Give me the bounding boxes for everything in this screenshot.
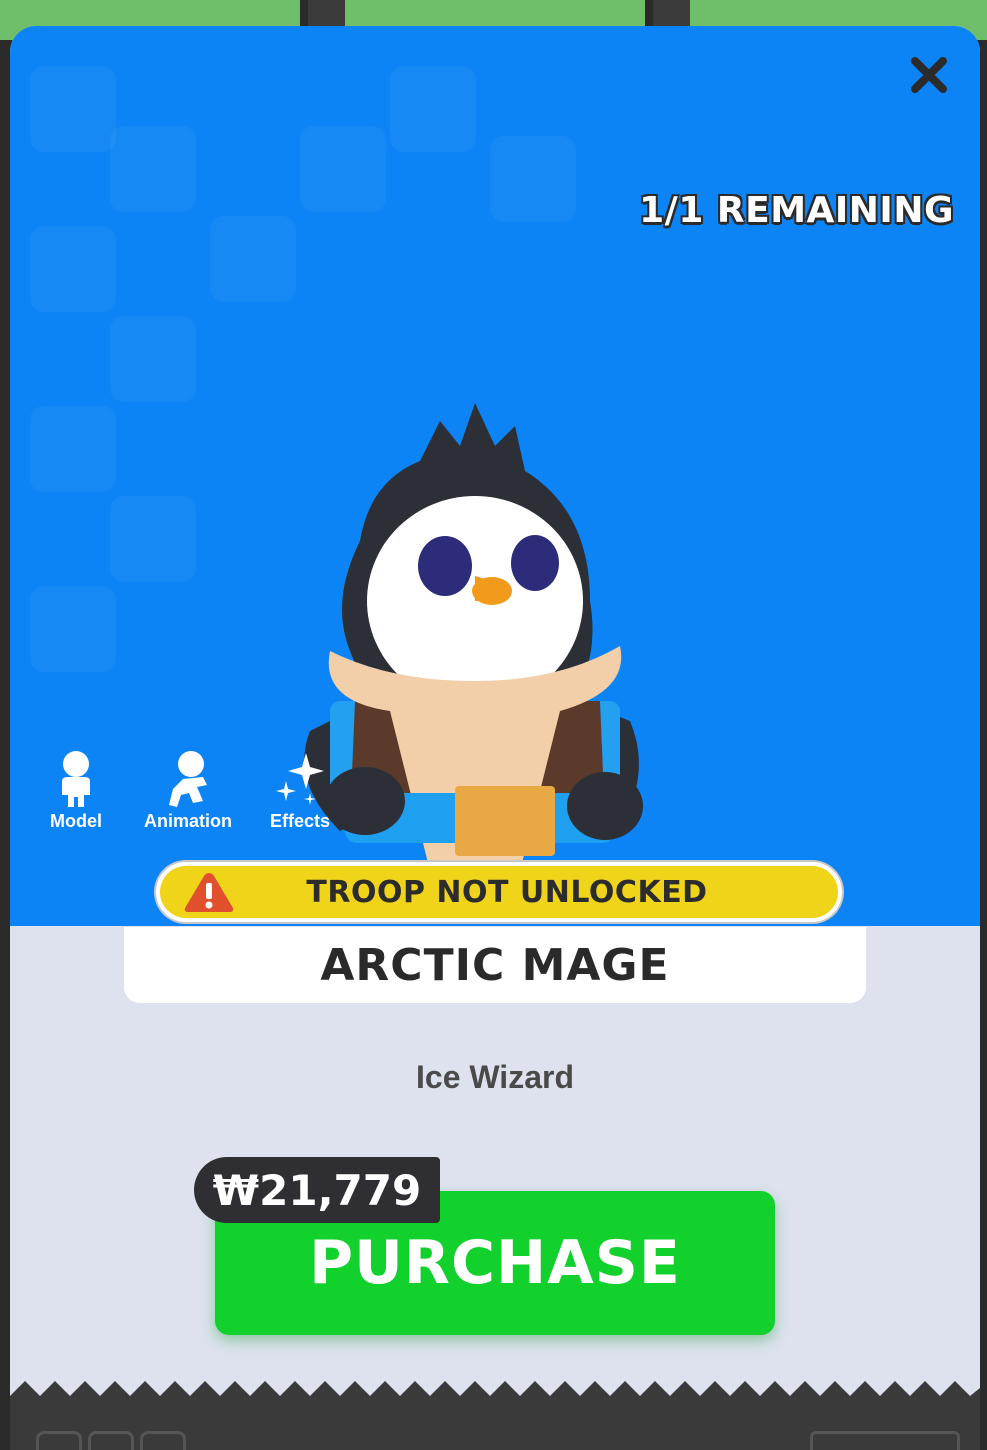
running-person-icon <box>169 751 207 807</box>
tab-effects[interactable]: Effects <box>254 751 346 832</box>
person-icon <box>62 751 90 807</box>
tab-animation[interactable]: Animation <box>142 751 234 832</box>
background-tile <box>30 226 116 312</box>
background-tile <box>30 586 116 672</box>
background-tile <box>210 216 296 302</box>
warning-icon <box>184 873 234 912</box>
background-tile <box>30 66 116 152</box>
remaining-count: 1/1 REMAINING <box>639 190 954 231</box>
arrows-up-icon <box>88 1431 134 1450</box>
sparkle-icon <box>276 753 324 805</box>
face-icon <box>140 1431 186 1450</box>
character-preview-panel: 1/1 REMAINING Model Animation Effects <box>10 26 980 926</box>
tab-model-label: Model <box>50 811 102 831</box>
purchase-button-label: PURCHASE <box>309 1228 681 1298</box>
background-tile <box>110 126 196 212</box>
background-tile <box>490 136 576 222</box>
background-tile <box>390 66 476 152</box>
background-tile <box>110 316 196 402</box>
barcode-icon <box>810 1431 960 1450</box>
price-tag: ₩21,779 <box>194 1157 440 1223</box>
background-tile <box>30 406 116 492</box>
close-icon <box>911 57 947 93</box>
background-tile <box>300 126 386 212</box>
view-mode-tabs: Model Animation Effects <box>30 751 346 832</box>
close-button[interactable] <box>904 50 954 100</box>
item-name: ARCTIC MAGE <box>320 939 670 991</box>
tab-animation-label: Animation <box>144 811 232 831</box>
tab-effects-label: Effects <box>269 811 331 831</box>
item-name-card: ARCTIC MAGE <box>124 927 866 1003</box>
status-banner: TROOP NOT UNLOCKED <box>156 862 842 922</box>
background-tile <box>110 496 196 582</box>
price-value: ₩21,779 <box>212 1165 422 1215</box>
item-detail-modal: 1/1 REMAINING Model Animation Effects TR… <box>10 26 980 1450</box>
recycle-icon <box>36 1431 82 1450</box>
tab-model[interactable]: Model <box>30 751 122 832</box>
status-banner-text: TROOP NOT UNLOCKED <box>306 874 708 910</box>
bottom-decoration-icons <box>36 1431 186 1450</box>
item-subtitle: Ice Wizard <box>416 1059 574 1095</box>
